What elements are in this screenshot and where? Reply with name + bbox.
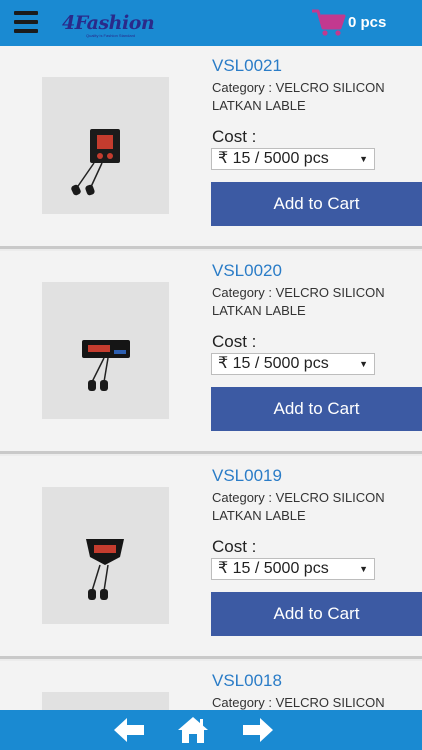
dropdown-caret-icon: ▼: [359, 564, 368, 574]
dropdown-caret-icon: ▼: [359, 154, 368, 164]
cost-label: Cost :: [212, 537, 257, 556]
product-category: Category : VELCRO SILICON LATKAN LABLE: [212, 80, 385, 113]
price-value: ₹ 15 / 5000 pcs: [218, 150, 329, 167]
add-to-cart-button[interactable]: Add to Cart: [211, 387, 422, 431]
product-code[interactable]: VSL0021: [212, 56, 282, 76]
product-code[interactable]: VSL0019: [212, 466, 282, 486]
product-category: Category : VELCRO SILICON LATKAN LABLE: [212, 285, 385, 318]
product-image[interactable]: [42, 692, 169, 710]
price-dropdown[interactable]: ₹ 15 / 5000 pcs ▼: [211, 148, 375, 170]
logo-tagline: Quality is Fashion Standard: [86, 33, 136, 38]
product-image[interactable]: [42, 282, 169, 419]
product-code[interactable]: VSL0018: [212, 671, 282, 691]
product-card: VSL0018 Category : VELCRO SILICON: [0, 661, 422, 710]
product-category: Category : VELCRO SILICON: [212, 695, 385, 710]
forward-arrow-icon[interactable]: [241, 715, 275, 750]
app-header: 4Fashion Quality is Fashion Standard 0 p…: [0, 0, 422, 46]
home-icon[interactable]: [176, 715, 210, 750]
cart-icon[interactable]: [310, 6, 346, 38]
bottom-nav-bar: [0, 710, 422, 750]
cost-label: Cost :: [212, 332, 257, 351]
add-to-cart-button[interactable]: Add to Cart: [211, 592, 422, 636]
add-to-cart-button[interactable]: Add to Cart: [211, 182, 422, 226]
price-dropdown[interactable]: ₹ 15 / 5000 pcs ▼: [211, 353, 375, 375]
price-value: ₹ 15 / 5000 pcs: [218, 560, 329, 577]
product-card: VSL0021 Category : VELCRO SILICON LATKAN…: [0, 46, 422, 249]
brand-logo[interactable]: 4Fashion Quality is Fashion Standard: [56, 8, 155, 42]
price-value: ₹ 15 / 5000 pcs: [218, 355, 329, 372]
product-image[interactable]: [42, 487, 169, 624]
product-code[interactable]: VSL0020: [212, 261, 282, 281]
price-dropdown[interactable]: ₹ 15 / 5000 pcs ▼: [211, 558, 375, 580]
product-list[interactable]: VSL0021 Category : VELCRO SILICON LATKAN…: [0, 46, 422, 710]
product-image[interactable]: [42, 77, 169, 214]
cart-count[interactable]: 0 pcs: [348, 14, 386, 31]
dropdown-caret-icon: ▼: [359, 359, 368, 369]
product-card: VSL0020 Category : VELCRO SILICON LATKAN…: [0, 251, 422, 454]
menu-icon[interactable]: [14, 11, 38, 33]
product-category: Category : VELCRO SILICON LATKAN LABLE: [212, 490, 385, 523]
back-arrow-icon[interactable]: [112, 715, 146, 750]
cost-label: Cost :: [212, 127, 257, 146]
product-card: VSL0019 Category : VELCRO SILICON LATKAN…: [0, 456, 422, 659]
logo-text: 4Fashion: [62, 12, 155, 34]
